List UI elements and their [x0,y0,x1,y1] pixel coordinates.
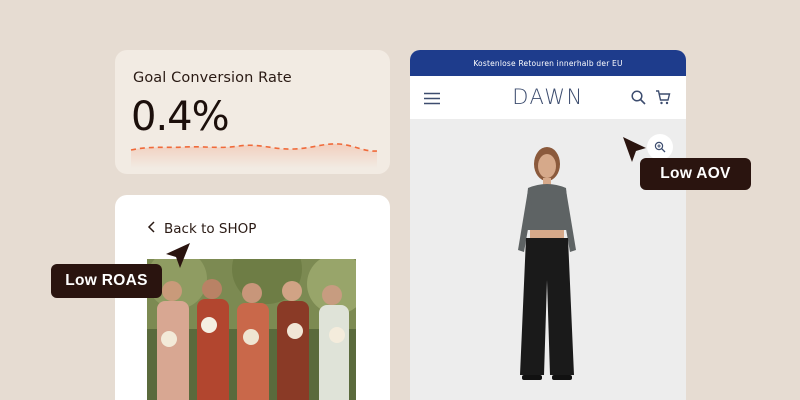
search-icon[interactable] [631,90,646,109]
metric-title: Goal Conversion Rate [133,70,292,86]
store-header: DAWN [410,76,686,120]
low-aov-tag: Low AOV [640,158,751,190]
store-preview: Kostenlose Retouren innerhalb der EU DAW… [410,50,686,400]
back-to-shop-label: Back to SHOP [164,221,257,237]
back-to-shop-link[interactable]: Back to SHOP [147,221,256,237]
bridesmaids-photo [147,259,356,400]
conversion-sparkline [130,143,378,168]
low-roas-tag: Low ROAS [51,264,162,298]
chevron-left-icon [147,221,156,237]
goal-conversion-card: Goal Conversion Rate 0.4% [115,50,390,174]
cursor-arrow-icon [166,243,190,268]
announcement-bar: Kostenlose Retouren innerhalb der EU [410,50,686,76]
cart-icon[interactable] [655,89,671,109]
metric-value: 0.4% [131,94,230,140]
